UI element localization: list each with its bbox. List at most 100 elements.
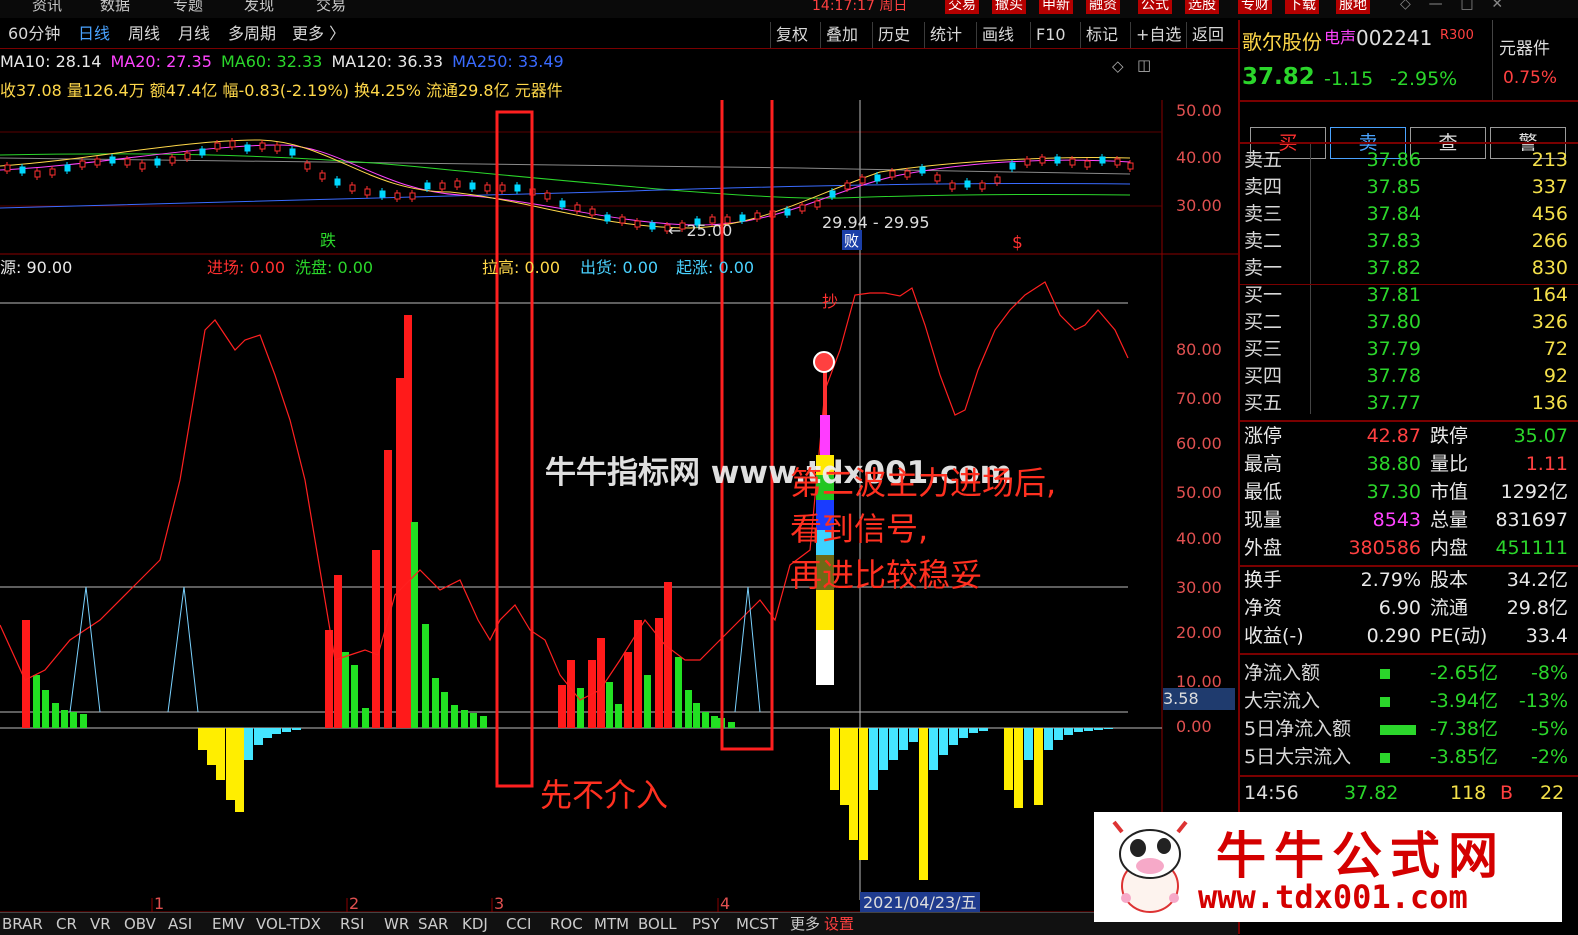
ind-bar-green [362, 708, 369, 728]
stats-row: 外盘 380586 内盘 451111 [1240, 535, 1568, 562]
flow-pct: -13% [1518, 690, 1568, 712]
ask-row[interactable]: 卖五 37.86 213 [1240, 147, 1568, 174]
bid-row[interactable]: 买三 37.79 72 [1240, 336, 1568, 363]
stat-label: 外盘 [1244, 537, 1283, 559]
indicator-tab[interactable]: MTM [594, 913, 629, 935]
stat-value: 380586 [1348, 537, 1421, 559]
top-btn-download[interactable]: 下载 [1285, 0, 1319, 14]
top-btn-margin[interactable]: 融资 [1086, 0, 1120, 14]
indicator-tab[interactable]: CCI [506, 913, 531, 935]
ask-row[interactable]: 卖一 37.82 830 [1240, 255, 1568, 282]
bid-row[interactable]: 买五 37.77 136 [1240, 390, 1568, 417]
indicator-tab[interactable]: BRAR [2, 913, 43, 935]
indicator-tab[interactable]: 设置 [824, 913, 854, 935]
flow-bar [1380, 753, 1390, 763]
bid-row[interactable]: 买四 37.78 92 [1240, 363, 1568, 390]
ind-bar-red [22, 620, 30, 728]
indicator-tab[interactable]: VR [90, 913, 111, 935]
ind-bar-neg [899, 728, 908, 750]
indicator-tab[interactable]: EMV [212, 913, 245, 935]
signal-seg-white [816, 630, 834, 685]
candle-body [4, 164, 11, 172]
indicator-tab[interactable]: RSI [340, 913, 364, 935]
flow-label: 5日大宗流入 [1244, 746, 1352, 768]
candle-body [334, 178, 341, 186]
btn-draw[interactable]: 画线 [976, 22, 1019, 48]
candle-body [379, 190, 386, 198]
menu-trade[interactable]: 交易 [316, 0, 346, 15]
signal-ball-icon [813, 351, 835, 373]
btn-history[interactable]: 历史 [872, 22, 915, 48]
indicator-tab[interactable]: CR [56, 913, 77, 935]
btn-f10[interactable]: F10 [1030, 22, 1071, 48]
top-btn-screener[interactable]: 选股 [1185, 0, 1219, 14]
btn-mark[interactable]: 标记 [1080, 22, 1123, 48]
book-price: 37.80 [1366, 311, 1421, 333]
btn-restore-rights[interactable]: 复权 [770, 22, 813, 48]
divider [1240, 284, 1578, 285]
indicator-tab[interactable]: 更多 [790, 913, 820, 935]
top-btn-formula[interactable]: 公式 [1138, 0, 1172, 14]
diamond-icon[interactable]: ◇ [1112, 57, 1124, 75]
stat-value: 2.79% [1360, 569, 1421, 591]
candle-body [634, 220, 641, 228]
candle-body [454, 180, 461, 188]
top-btn-finance[interactable]: 专财 [1238, 0, 1272, 14]
candle-body [469, 182, 476, 190]
menu-topic[interactable]: 专题 [173, 0, 203, 15]
ind-bar-neg [849, 728, 858, 840]
top-btn-trade[interactable]: 交易 [945, 0, 979, 14]
top-btn-ipo[interactable]: 申新 [1039, 0, 1073, 14]
period-multi[interactable]: 多周期 [228, 22, 276, 46]
btn-overlay[interactable]: 叠加 [820, 22, 863, 48]
period-60min[interactable]: 60分钟 [8, 22, 60, 46]
ask-row[interactable]: 卖二 37.83 266 [1240, 228, 1568, 255]
menu-data[interactable]: 数据 [100, 0, 130, 15]
menu-news[interactable]: 资讯 [32, 0, 62, 15]
annotation-left-text: 先不介入 [540, 776, 669, 814]
stat-label: 市值 [1430, 481, 1469, 503]
indicator-tab[interactable]: ROC [550, 913, 583, 935]
divider [1240, 653, 1578, 655]
book-price: 37.85 [1366, 176, 1421, 198]
panel-toggle-icon[interactable]: ◫ [1137, 56, 1151, 74]
ask-row[interactable]: 卖四 37.85 337 [1240, 174, 1568, 201]
window-controls-icon[interactable]: ◇ — □ ✕ [1400, 0, 1503, 12]
indicator-tab[interactable]: WR [384, 913, 409, 935]
candle-body [994, 176, 1001, 184]
indicator-tab[interactable]: VOL-TDX [256, 913, 321, 935]
period-daily[interactable]: 日线 [78, 22, 110, 46]
btn-stats[interactable]: 统计 [924, 22, 967, 48]
indicator-tab[interactable]: KDJ [462, 913, 488, 935]
candle-body [184, 152, 191, 160]
indicator-tab[interactable]: PSY [692, 913, 720, 935]
indicator-tab[interactable]: MCST [736, 913, 778, 935]
bid-row[interactable]: 买二 37.80 326 [1240, 309, 1568, 336]
period-weekly[interactable]: 周线 [128, 22, 160, 46]
annotation-line-3: 再进比较稳妥 [790, 556, 983, 594]
indicator-tab[interactable]: BOLL [638, 913, 677, 935]
top-btn-cancel[interactable]: 撤买 [992, 0, 1026, 14]
sector-box[interactable]: 元器件 0.75% [1492, 20, 1578, 100]
ind-bar-green [711, 716, 718, 728]
top-btn-service[interactable]: 服地 [1336, 0, 1370, 14]
btn-back[interactable]: 返回 [1186, 22, 1229, 48]
ask-row[interactable]: 卖三 37.84 456 [1240, 201, 1568, 228]
ind-rise-label: 起涨: 0.00 [676, 258, 755, 277]
bid-row[interactable]: 买一 37.81 164 [1240, 282, 1568, 309]
candle-body [739, 214, 746, 222]
ind-bar-red [384, 450, 392, 728]
indicator-tab[interactable]: SAR [418, 913, 448, 935]
ind-bar-neg [292, 728, 301, 730]
menu-discover[interactable]: 发现 [244, 0, 274, 15]
period-monthly[interactable]: 月线 [178, 22, 210, 46]
ind-bar-neg [235, 728, 244, 812]
candle-body [244, 144, 251, 152]
period-more[interactable]: 更多 〉 [292, 22, 345, 46]
stat-value: 37.30 [1366, 481, 1421, 503]
book-label: 买二 [1244, 311, 1283, 333]
btn-add-watch[interactable]: +自选 [1130, 22, 1186, 48]
indicator-tab[interactable]: OBV [124, 913, 156, 935]
chao-tag: 抄 [822, 292, 838, 311]
indicator-tab[interactable]: ASI [168, 913, 192, 935]
